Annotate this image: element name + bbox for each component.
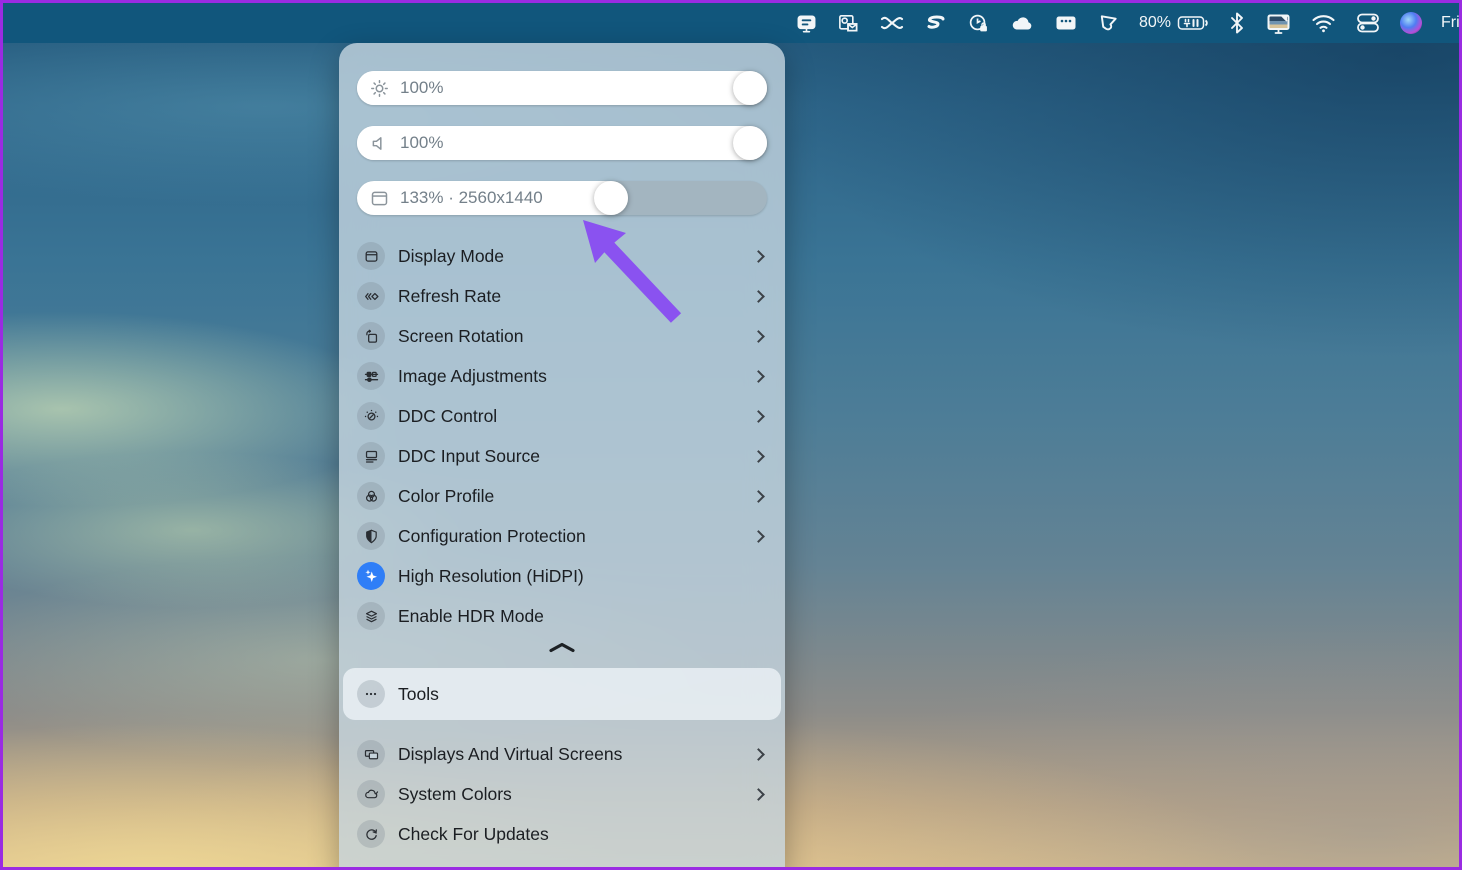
flag-icon[interactable] bbox=[1097, 12, 1120, 35]
chevron-right-icon bbox=[752, 747, 765, 761]
cloud-icon[interactable] bbox=[1009, 12, 1035, 34]
control-center-icon[interactable] bbox=[1355, 12, 1381, 34]
layers-icon bbox=[357, 602, 385, 630]
chevron-right-icon bbox=[752, 449, 765, 463]
bluetooth-icon[interactable] bbox=[1228, 11, 1246, 35]
ellipsis-icon bbox=[357, 680, 385, 708]
chevron-right-icon bbox=[752, 249, 765, 263]
brightness-value-label: 100% bbox=[400, 78, 444, 97]
menu-item-check-for-updates[interactable]: Check For Updates bbox=[339, 814, 785, 854]
menu-item-refresh-rate[interactable]: Refresh Rate bbox=[339, 276, 785, 316]
brightness-slider-thumb[interactable] bbox=[733, 71, 767, 105]
battery-percent-label: 80% bbox=[1138, 14, 1171, 31]
menu-item-ddc-input-source[interactable]: DDC Input Source bbox=[339, 436, 785, 476]
resolution-value-label: 133% · 2560x1440 bbox=[400, 188, 543, 207]
screenshot-icon[interactable] bbox=[837, 12, 860, 35]
resolution-slider-thumb[interactable] bbox=[593, 181, 628, 215]
menu-list: Display Mode Refresh Rate Screen Rotatio… bbox=[339, 236, 785, 636]
volume-slider[interactable]: 100% bbox=[357, 126, 767, 160]
ddc-input-source-icon bbox=[357, 442, 385, 470]
collapse-section-control[interactable] bbox=[339, 636, 785, 662]
siri-icon[interactable] bbox=[1400, 12, 1422, 34]
tools-label: Tools bbox=[398, 683, 439, 704]
expressvpn-icon[interactable] bbox=[924, 12, 948, 34]
screen-rotation-icon bbox=[357, 322, 385, 350]
chevron-right-icon bbox=[752, 529, 765, 543]
volume-value-label: 100% bbox=[400, 133, 444, 152]
chevron-right-icon bbox=[752, 289, 765, 303]
menubar-date-label[interactable]: Fri 2 bbox=[1441, 14, 1459, 32]
menu-item-label: Enable HDR Mode bbox=[398, 605, 544, 626]
volume-slider-thumb[interactable] bbox=[733, 126, 767, 160]
chevron-right-icon bbox=[752, 787, 765, 801]
refresh-rate-icon bbox=[357, 282, 385, 310]
crossed-waves-icon[interactable] bbox=[879, 12, 905, 34]
menu-item-ddc-control[interactable]: DDC Control bbox=[339, 396, 785, 436]
menu-item-high-resolution[interactable]: High Resolution (HiDPI) bbox=[339, 556, 785, 596]
keyboard-icon[interactable] bbox=[1054, 12, 1078, 34]
wifi-icon[interactable] bbox=[1311, 13, 1336, 33]
screen-mirroring-icon[interactable] bbox=[1265, 11, 1292, 35]
menu-item-label: High Resolution (HiDPI) bbox=[398, 565, 584, 586]
battery-icon bbox=[1177, 15, 1209, 31]
menu-item-label: Display Mode bbox=[398, 245, 505, 266]
menu-item-color-profile[interactable]: Color Profile bbox=[339, 476, 785, 516]
chevron-right-icon bbox=[752, 409, 765, 423]
menu-item-label: Configuration Protection bbox=[398, 525, 586, 546]
cloud-paint-icon bbox=[357, 780, 385, 808]
sparkle-icon bbox=[357, 562, 385, 590]
menu-item-enable-hdr[interactable]: Enable HDR Mode bbox=[339, 596, 785, 636]
betterdisplay-menu-panel: 100% 100% 133% · 2560x1440 Display Mode … bbox=[339, 43, 785, 867]
menu-bar: 80% Fri bbox=[3, 3, 1459, 43]
resolution-slider[interactable]: 133% · 2560x1440 bbox=[357, 181, 767, 215]
brightness-slider[interactable]: 100% bbox=[357, 71, 767, 105]
battery-status[interactable]: 80% bbox=[1139, 14, 1209, 32]
color-profile-icon bbox=[357, 482, 385, 510]
ddc-control-icon bbox=[357, 402, 385, 430]
annotation-arrow bbox=[574, 214, 688, 333]
update-refresh-icon bbox=[357, 820, 385, 848]
menu-item-displays-virtual-screens[interactable]: Displays And Virtual Screens bbox=[339, 734, 785, 774]
menu-item-label: System Colors bbox=[398, 783, 512, 804]
menu-item-label: Displays And Virtual Screens bbox=[398, 743, 623, 764]
display-settings-icon[interactable] bbox=[795, 12, 818, 35]
chevron-right-icon bbox=[752, 369, 765, 383]
shield-icon bbox=[357, 522, 385, 550]
tools-menu-item[interactable]: Tools bbox=[343, 668, 781, 720]
bottom-menu-list: Displays And Virtual Screens System Colo… bbox=[339, 734, 785, 854]
menu-item-label: Image Adjustments bbox=[398, 365, 547, 386]
menu-item-label: Refresh Rate bbox=[398, 285, 502, 306]
menu-item-label: Screen Rotation bbox=[398, 325, 524, 346]
menu-item-label: Color Profile bbox=[398, 485, 495, 506]
menu-item-label: DDC Control bbox=[398, 405, 498, 426]
menu-item-label: Check For Updates bbox=[398, 823, 549, 844]
image-adjustments-icon bbox=[357, 362, 385, 390]
display-icon bbox=[369, 188, 390, 209]
menu-item-display-mode[interactable]: Display Mode bbox=[339, 236, 785, 276]
dual-displays-icon bbox=[357, 740, 385, 768]
menu-item-configuration-protection[interactable]: Configuration Protection bbox=[339, 516, 785, 556]
menu-item-image-adjustments[interactable]: Image Adjustments bbox=[339, 356, 785, 396]
chevron-right-icon bbox=[752, 329, 765, 343]
menu-item-system-colors[interactable]: System Colors bbox=[339, 774, 785, 814]
sun-icon bbox=[369, 78, 390, 99]
display-mode-icon bbox=[357, 242, 385, 270]
screenshot-frame: 80% Fri 100% 100% 133% · 2560x1440 Displ… bbox=[0, 0, 1462, 870]
chevron-up-icon bbox=[548, 640, 576, 658]
menu-item-screen-rotation[interactable]: Screen Rotation bbox=[339, 316, 785, 356]
speaker-icon bbox=[369, 133, 390, 154]
chevron-right-icon bbox=[752, 489, 765, 503]
slider-group: 100% 100% 133% · 2560x1440 bbox=[339, 71, 785, 215]
menu-item-label: DDC Input Source bbox=[398, 445, 541, 466]
time-lock-icon[interactable] bbox=[967, 12, 990, 35]
